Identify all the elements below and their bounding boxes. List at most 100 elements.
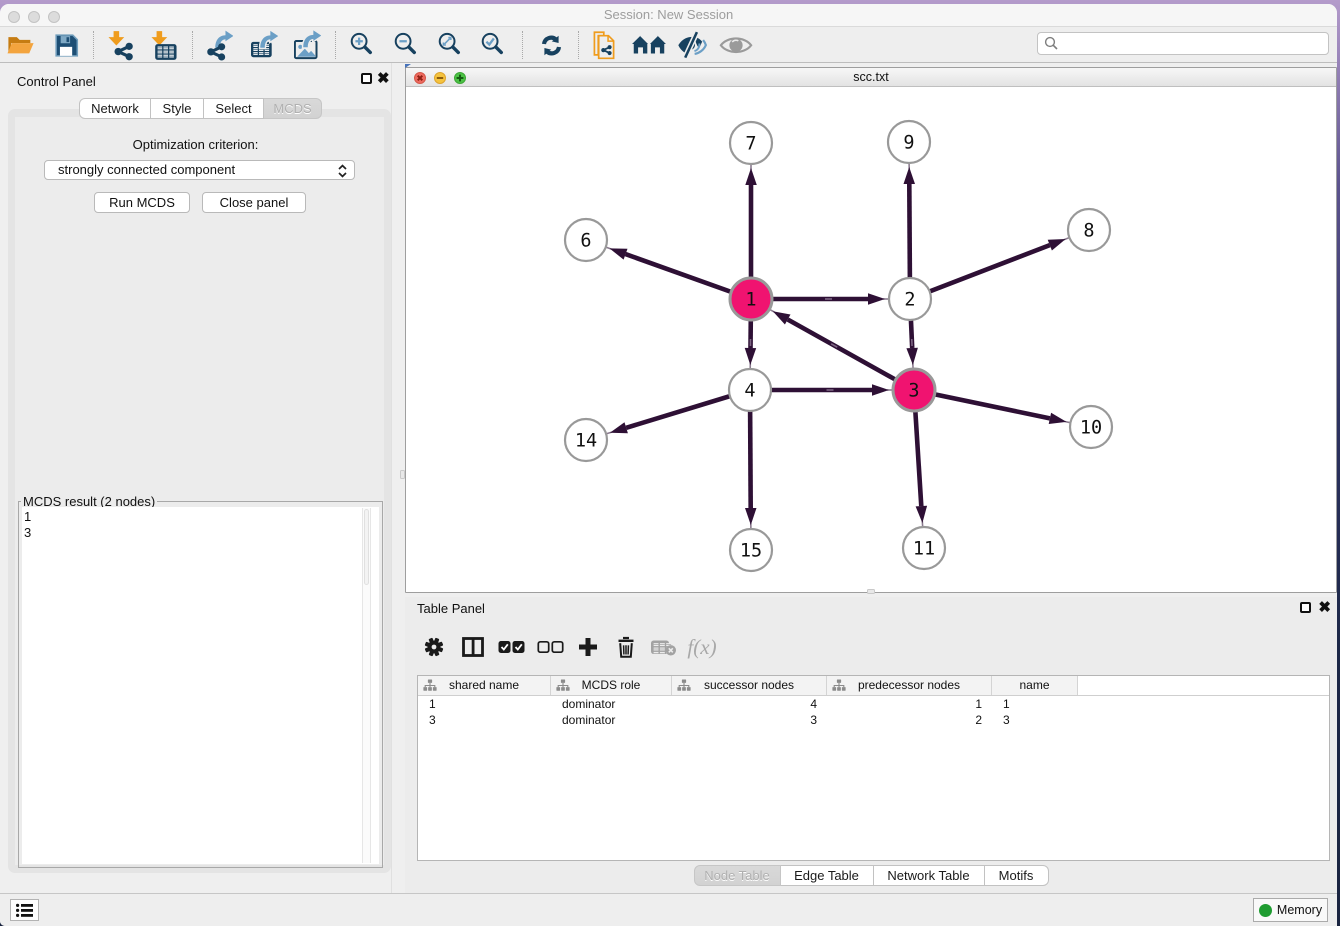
- tab-style[interactable]: Style: [151, 98, 204, 119]
- import-network-button[interactable]: [99, 27, 143, 63]
- horizontal-splitter-grip[interactable]: [867, 589, 875, 594]
- vertical-splitter-grip[interactable]: [400, 470, 405, 479]
- cell-name[interactable]: 1: [992, 696, 1078, 712]
- zoom-selected-button[interactable]: [471, 27, 515, 63]
- export-table-button[interactable]: [242, 27, 286, 63]
- cell-shared-name[interactable]: 3: [418, 712, 551, 728]
- clone-network-button[interactable]: [583, 27, 627, 63]
- node-10[interactable]: 10: [1070, 406, 1112, 448]
- edge-2-8[interactable]: [910, 245, 1050, 299]
- node-15[interactable]: 15: [730, 529, 772, 571]
- node-label: 3: [908, 381, 919, 402]
- table-tab-edge-table[interactable]: Edge Table: [781, 865, 874, 886]
- network-canvas[interactable]: 1 2 3 4 6 7 8 9 10 11 14 15: [406, 87, 1336, 592]
- table-options-button[interactable]: [418, 627, 450, 667]
- refresh-button[interactable]: [529, 27, 573, 63]
- node-1[interactable]: 1: [730, 278, 772, 320]
- edge-label-mark: [911, 339, 913, 346]
- table-tab-motifs[interactable]: Motifs: [985, 865, 1049, 886]
- mcds-result-text[interactable]: 1 3: [22, 507, 379, 864]
- export-table-icon: [251, 30, 278, 61]
- node-6[interactable]: 6: [565, 219, 607, 261]
- table-row[interactable]: 3dominator323: [418, 712, 1329, 728]
- export-image-button[interactable]: [285, 27, 329, 63]
- result-scrollbar-thumb[interactable]: [364, 509, 369, 585]
- open-session-icon: [6, 31, 36, 59]
- cell-successor-nodes[interactable]: 3: [672, 712, 827, 728]
- cell-predecessor-nodes[interactable]: 2: [827, 712, 992, 728]
- add-column-button[interactable]: [572, 627, 604, 667]
- zoom-in-button[interactable]: [340, 27, 384, 63]
- split-view-button[interactable]: [457, 627, 489, 667]
- node-14[interactable]: 14: [565, 419, 607, 461]
- show-all-button[interactable]: [714, 27, 758, 63]
- node-label: 4: [744, 381, 755, 402]
- toolbar-separator: [578, 31, 579, 59]
- export-network-button[interactable]: [198, 27, 242, 63]
- tab-network[interactable]: Network: [79, 98, 151, 119]
- cell-shared-name[interactable]: 1: [418, 696, 551, 712]
- edge-label-mark: [827, 389, 834, 391]
- node-2[interactable]: 2: [889, 278, 931, 320]
- delete-column-button[interactable]: [610, 627, 642, 667]
- node-4[interactable]: 4: [729, 369, 771, 411]
- float-panel-icon[interactable]: [361, 73, 372, 84]
- edge-arrowhead: [745, 168, 757, 185]
- tab-mcds[interactable]: MCDS: [264, 98, 322, 119]
- node-11[interactable]: 11: [903, 527, 945, 569]
- cell-name[interactable]: 3: [992, 712, 1078, 728]
- tab-select[interactable]: Select: [204, 98, 264, 119]
- zoom-out-button[interactable]: [384, 27, 428, 63]
- hide-selected-button[interactable]: [670, 27, 714, 63]
- criterion-select[interactable]: strongly connected component: [44, 160, 355, 180]
- node-9[interactable]: 9: [888, 121, 930, 163]
- result-scrollbar[interactable]: [362, 508, 371, 863]
- node-3[interactable]: 3: [893, 369, 935, 411]
- cell-MCDS-role[interactable]: dominator: [551, 712, 672, 728]
- node-label: 10: [1080, 418, 1102, 439]
- run-mcds-button[interactable]: Run MCDS: [94, 192, 190, 213]
- table-tabs: Node TableEdge TableNetwork TableMotifs: [405, 865, 1337, 886]
- table-tab-network-table[interactable]: Network Table: [874, 865, 985, 886]
- toolbar-separator: [93, 31, 94, 59]
- table-float-icon[interactable]: [1300, 602, 1311, 613]
- select-all-button[interactable]: [495, 627, 527, 667]
- table-panel-title: Table Panel: [417, 601, 485, 616]
- table-tab-node-table[interactable]: Node Table: [694, 865, 781, 886]
- search-input[interactable]: [1037, 32, 1329, 55]
- node-label: 1: [745, 290, 756, 311]
- task-history-button[interactable]: [10, 899, 39, 921]
- column-header-predecessor-nodes[interactable]: predecessor nodes: [827, 676, 992, 695]
- table-close-icon[interactable]: ✖: [1318, 602, 1331, 613]
- deselect-all-icon: [537, 640, 564, 654]
- deselect-all-button[interactable]: [534, 627, 566, 667]
- node-label: 9: [903, 133, 914, 154]
- memory-button[interactable]: Memory: [1253, 898, 1328, 922]
- cell-MCDS-role[interactable]: dominator: [551, 696, 672, 712]
- zoom-in-icon: [348, 31, 376, 59]
- clone-network-icon: [591, 30, 620, 61]
- edge-label-mark: [750, 339, 752, 346]
- cell-successor-nodes[interactable]: 4: [672, 696, 827, 712]
- save-session-button[interactable]: [44, 27, 88, 63]
- cell-predecessor-nodes[interactable]: 1: [827, 696, 992, 712]
- node-7[interactable]: 7: [730, 122, 772, 164]
- column-header-label: predecessor nodes: [827, 676, 991, 695]
- first-neighbors-button[interactable]: [627, 27, 671, 63]
- column-header-label: successor nodes: [672, 676, 826, 695]
- network-window-titlebar[interactable]: scc.txt: [406, 68, 1336, 87]
- column-header-MCDS-role[interactable]: MCDS role: [551, 676, 672, 695]
- column-header-name[interactable]: name: [992, 676, 1078, 695]
- import-table-button[interactable]: [142, 27, 186, 63]
- column-header-successor-nodes[interactable]: successor nodes: [672, 676, 827, 695]
- column-header-shared-name[interactable]: shared name: [418, 676, 551, 695]
- open-session-button[interactable]: [0, 27, 43, 63]
- edge-arrowhead: [610, 248, 628, 259]
- function-builder-button: f(x): [686, 627, 718, 667]
- table-row[interactable]: 1dominator411: [418, 696, 1329, 712]
- close-panel-button[interactable]: Close panel: [202, 192, 306, 213]
- close-panel-icon[interactable]: ✖: [377, 73, 390, 84]
- memory-status-dot: [1259, 904, 1272, 917]
- node-8[interactable]: 8: [1068, 209, 1110, 251]
- zoom-fit-button[interactable]: [428, 27, 472, 63]
